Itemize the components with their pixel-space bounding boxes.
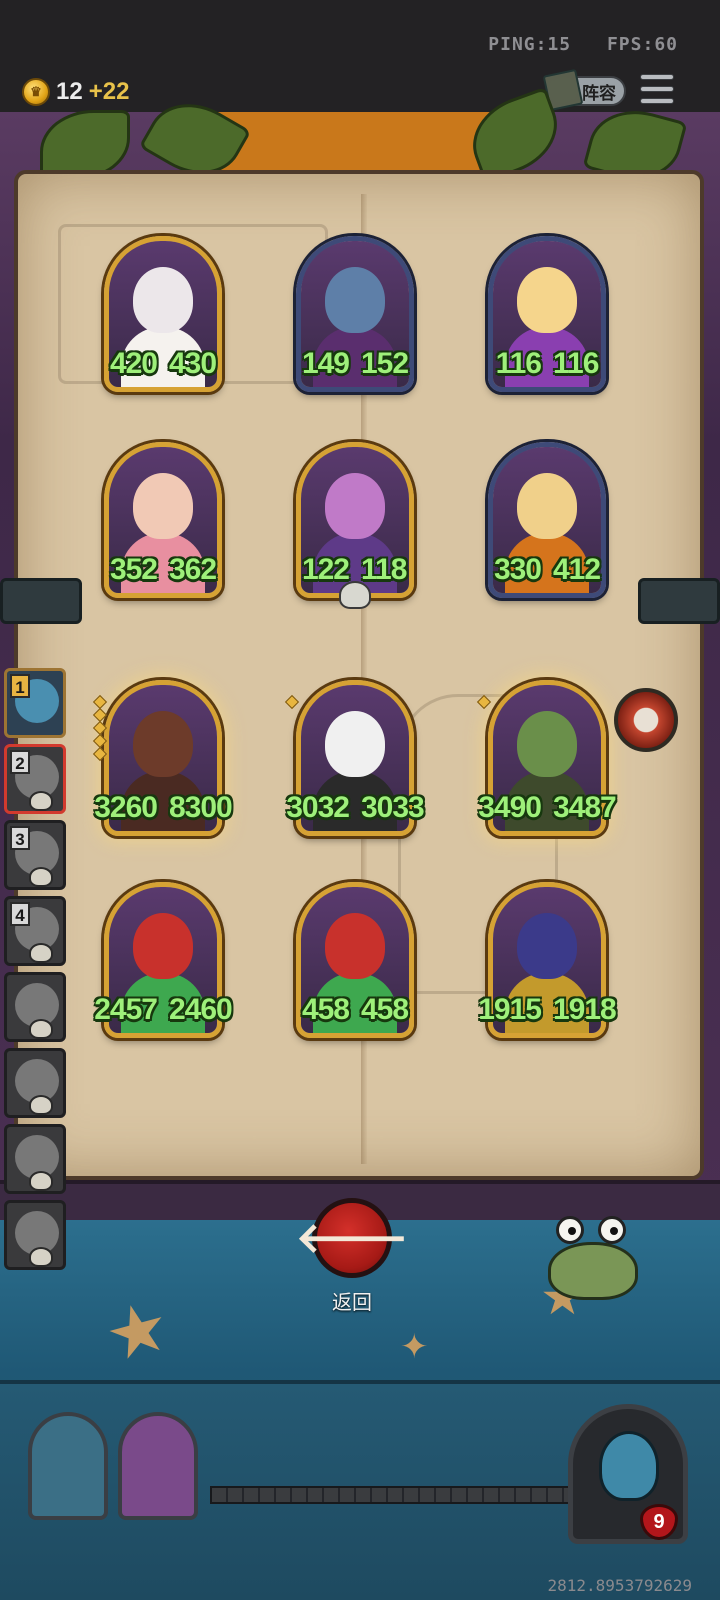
player-slot[interactable]: 2 xyxy=(4,744,66,814)
health-value: 1918 xyxy=(553,993,617,1026)
health-value: 3033 xyxy=(361,791,425,824)
unit-apple-frog-2[interactable]: 458 458 xyxy=(296,882,414,1038)
bottom-rail xyxy=(210,1486,570,1504)
health-value: 8300 xyxy=(169,791,233,824)
player-slot[interactable]: 1 xyxy=(4,668,66,738)
health-value: 458 xyxy=(361,993,409,1026)
health-value: 362 xyxy=(169,553,217,586)
skull-icon xyxy=(29,1095,53,1115)
attack-value: 3032 xyxy=(286,791,350,824)
lineup-button[interactable]: 阵容 xyxy=(542,68,626,112)
star-pips xyxy=(476,694,492,710)
unit-golden-hammer[interactable]: 1915 1918 xyxy=(478,882,617,1038)
player-rank: 3 xyxy=(10,826,30,850)
hamburger-menu-icon[interactable] xyxy=(640,74,674,104)
skull-icon xyxy=(29,791,53,811)
attack-value: 2457 xyxy=(94,993,158,1026)
attack-value: 420 xyxy=(109,347,158,380)
attack-value: 116 xyxy=(495,347,542,380)
player-slot[interactable]: 4 xyxy=(4,896,66,966)
player-slot[interactable] xyxy=(4,1124,66,1194)
unit-white-flower-girl[interactable]: 420 430 xyxy=(104,236,222,392)
attack-value: 352 xyxy=(109,553,158,586)
skull-icon xyxy=(29,1247,53,1267)
player-slot[interactable] xyxy=(4,972,66,1042)
potion-shop-icon[interactable] xyxy=(118,1412,198,1520)
fps-readout: FPS:60 xyxy=(606,34,678,55)
unit-boar-beast[interactable]: 3260 8300 xyxy=(92,680,233,836)
unit-blonde-elf[interactable]: 116 116 xyxy=(488,236,606,392)
book-clamp-right xyxy=(638,578,720,624)
star-decoration: ✦ xyxy=(400,1327,429,1367)
player-slot[interactable]: 3 xyxy=(4,820,66,890)
unit-blue-sorceress[interactable]: 149 152 xyxy=(296,236,414,392)
player-slot[interactable] xyxy=(4,1200,66,1270)
book-clamp-left xyxy=(0,578,82,624)
crown-coin-icon: ♛ xyxy=(22,78,50,106)
unit-orange-pumpkin-girl[interactable]: 330 412 xyxy=(488,442,606,598)
attack-value: 458 xyxy=(301,993,350,1026)
health-value: 116 xyxy=(553,347,599,380)
skull-icon xyxy=(339,581,371,609)
skull-icon xyxy=(29,867,53,887)
attack-value: 3490 xyxy=(478,791,542,824)
skull-icon xyxy=(29,1171,53,1191)
gold-income: +22 xyxy=(88,78,130,105)
back-button[interactable]: 🡐 xyxy=(296,1198,408,1278)
gold-amount: 12 xyxy=(56,78,83,105)
lineup-label: 阵容 xyxy=(582,83,616,104)
unit-purple-thorn-witch[interactable]: 122 118 xyxy=(296,442,414,609)
star-pips xyxy=(284,694,300,710)
attack-value: 3260 xyxy=(94,791,158,824)
red-mask-icon[interactable] xyxy=(614,688,678,752)
player-slot[interactable] xyxy=(4,1048,66,1118)
health-value: 412 xyxy=(553,553,601,586)
unit-pink-flower-fairy[interactable]: 352 362 xyxy=(104,442,222,598)
attack-value: 122 xyxy=(301,553,350,586)
unit-green-vulture[interactable]: 3490 3487 xyxy=(476,680,617,836)
player-rank: 4 xyxy=(10,902,30,926)
crab-pet[interactable] xyxy=(526,1216,656,1306)
blue-bat-hero-icon xyxy=(599,1431,659,1501)
network-status: PING:15 FPS:60 xyxy=(464,34,678,55)
health-value: 118 xyxy=(361,553,407,586)
back-label: 返回 xyxy=(332,1290,372,1314)
skull-icon xyxy=(29,943,53,963)
hero-health-value: 9 xyxy=(653,1510,665,1533)
health-value: 152 xyxy=(361,347,409,380)
unit-apple-frog-1[interactable]: 2457 2460 xyxy=(94,882,233,1038)
attack-value: 330 xyxy=(493,553,542,586)
ping-readout: PING:15 xyxy=(488,34,572,55)
health-value: 3487 xyxy=(553,791,617,824)
attack-value: 149 xyxy=(301,347,350,380)
debug-readout: 2812.8953792629 xyxy=(547,1576,693,1595)
star-pips xyxy=(92,694,108,762)
health-value: 430 xyxy=(169,347,217,380)
unit-cow-monster[interactable]: 3032 3033 xyxy=(284,680,425,836)
attack-value: 1915 xyxy=(478,993,542,1026)
lightning-shop-icon[interactable] xyxy=(28,1412,108,1520)
health-value: 2460 xyxy=(169,993,233,1026)
gold-counter: ♛ 12 +22 xyxy=(22,76,129,108)
skull-icon xyxy=(29,1019,53,1039)
player-rank: 2 xyxy=(10,750,30,774)
top-hud: PING:15 FPS:60 ♛ 12 +22 阵容 xyxy=(0,0,720,112)
player-rank: 1 xyxy=(10,674,30,698)
arrow-left-icon: 🡐 xyxy=(295,1213,409,1262)
